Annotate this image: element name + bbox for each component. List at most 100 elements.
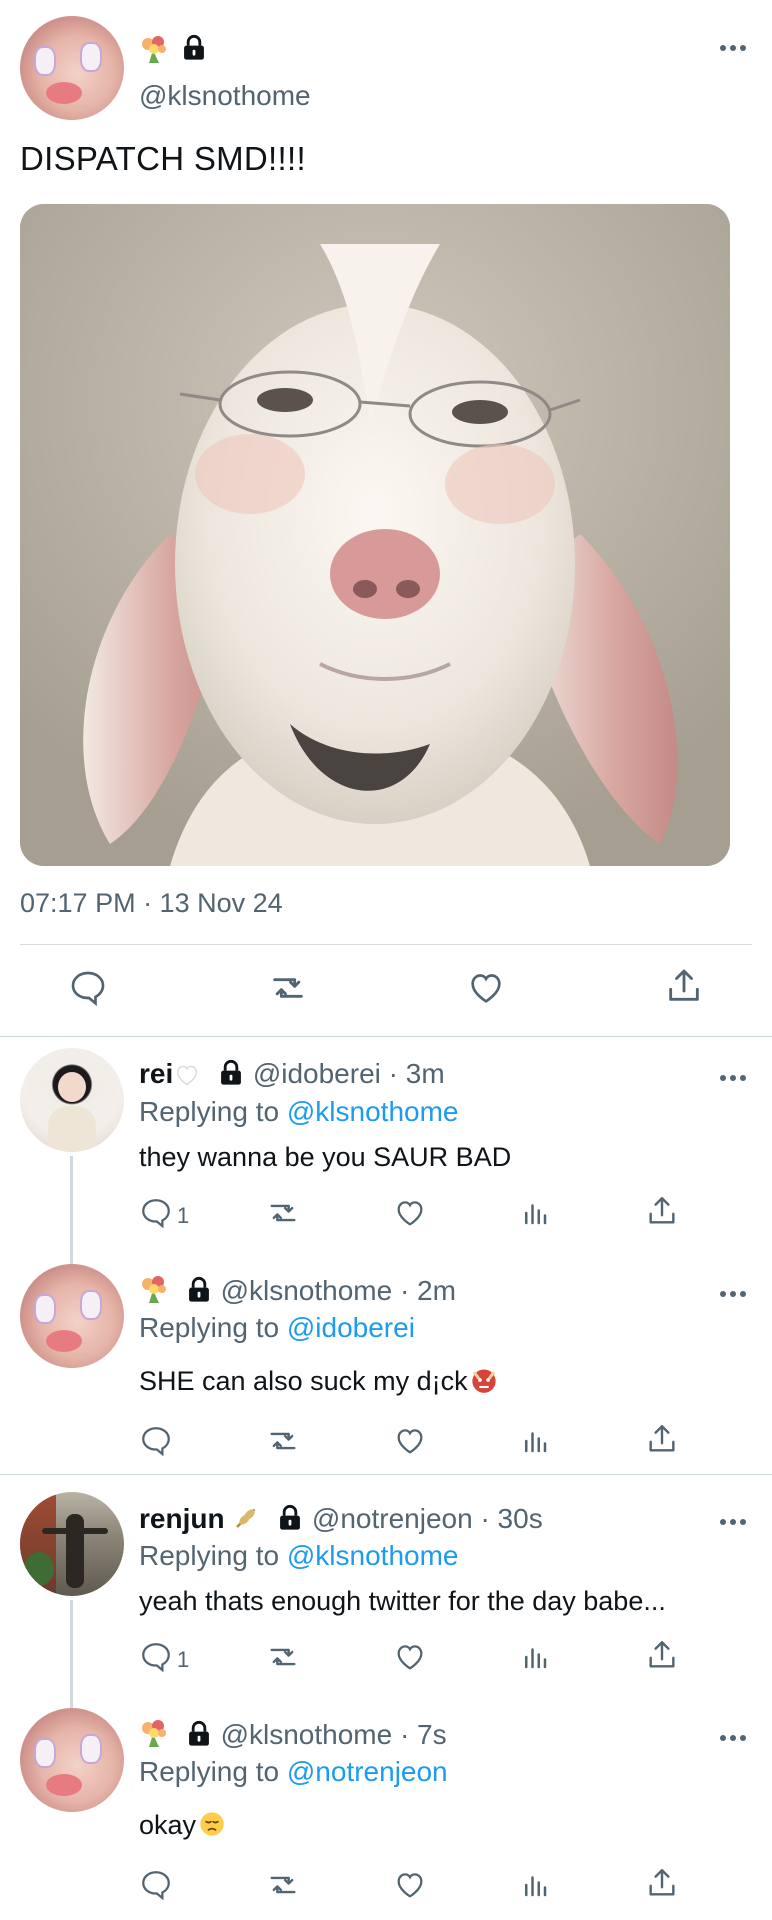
reply-text-line: SHE can also suck my d¡ck [139, 1366, 498, 1397]
reply-count: 1 [177, 1202, 190, 1228]
share-icon [645, 1422, 679, 1461]
lock-icon [221, 1059, 241, 1085]
retweet-button[interactable] [264, 1640, 302, 1679]
main-tweet: @klsnothome DISPATCH SMD!!!! 07:17 PM · … [0, 0, 772, 1036]
avatar[interactable] [20, 1264, 124, 1368]
replying-to-link[interactable]: @klsnothome [287, 1540, 459, 1571]
reply-time: · 3m [388, 1058, 445, 1089]
display-name[interactable]: rei [139, 1058, 173, 1089]
reply-text: okay [139, 1810, 197, 1840]
analytics-icon [520, 1198, 550, 1233]
share-button[interactable] [645, 1638, 679, 1677]
retweet-button[interactable] [264, 1196, 302, 1235]
divider [20, 944, 752, 945]
lock-icon [188, 1720, 209, 1746]
display-name[interactable]: renjun [139, 1503, 225, 1534]
like-button[interactable] [393, 1640, 427, 1679]
avatar[interactable] [20, 1708, 124, 1812]
lock-icon [280, 1504, 301, 1530]
retweet-button[interactable] [264, 1424, 302, 1463]
analytics-icon [520, 1426, 550, 1461]
like-button[interactable] [393, 1196, 427, 1235]
author-handle[interactable]: @klsnothome [221, 1275, 393, 1306]
reply-button[interactable] [139, 1424, 173, 1463]
avatar[interactable] [20, 1048, 124, 1152]
author-handle[interactable]: @klsnothome [221, 1719, 393, 1750]
replying-to-line: Replying to @klsnothome [139, 1540, 458, 1572]
reply-text: SHE can also suck my d¡ck [139, 1366, 468, 1396]
author-handle[interactable]: @klsnothome [139, 80, 311, 112]
more-options-icon[interactable] [718, 1514, 748, 1532]
reply-time: · 7s [399, 1719, 447, 1750]
reply-button[interactable] [139, 1868, 173, 1907]
views-button[interactable] [520, 1198, 550, 1233]
replying-to-link[interactable]: @idoberei [287, 1312, 415, 1343]
replying-to-link[interactable]: @klsnothome [287, 1096, 459, 1127]
more-options-icon[interactable] [718, 1070, 748, 1088]
more-options-icon[interactable] [718, 40, 748, 58]
share-button[interactable] [645, 1194, 679, 1233]
like-button[interactable] [393, 1424, 427, 1463]
reply-time: · 30s [480, 1503, 543, 1534]
lock-icon [180, 34, 208, 67]
reply-button[interactable]: 1 [139, 1196, 189, 1235]
tweet-media-image[interactable] [20, 204, 730, 866]
replying-prefix: Replying to [139, 1312, 280, 1343]
reply-text: yeah thats enough twitter for the day ba… [139, 1586, 666, 1616]
thread-line [70, 1156, 73, 1276]
reply-button[interactable]: 1 [139, 1640, 189, 1679]
share-icon [645, 1194, 679, 1233]
views-button[interactable] [520, 1426, 550, 1461]
heart-icon [393, 1640, 427, 1679]
reply-icon [139, 1424, 173, 1463]
avatar[interactable] [20, 1492, 124, 1596]
heart-icon [466, 968, 506, 1013]
share-icon [645, 1638, 679, 1677]
replying-prefix: Replying to [139, 1756, 280, 1787]
replying-prefix: Replying to [139, 1540, 280, 1571]
share-button[interactable] [664, 966, 704, 1011]
heart-icon [393, 1424, 427, 1463]
bouquet-emoji-icon [139, 34, 169, 69]
retweet-button[interactable] [264, 1868, 302, 1907]
retweet-icon [264, 1196, 302, 1235]
divider [0, 1036, 772, 1037]
avatar[interactable] [20, 16, 124, 120]
share-icon [664, 966, 704, 1011]
replying-to-line: Replying to @notrenjeon [139, 1756, 448, 1788]
ogre-emoji-icon [471, 1369, 496, 1393]
more-options-icon[interactable] [718, 1730, 748, 1748]
heart-icon [393, 1196, 427, 1235]
analytics-icon [520, 1870, 550, 1905]
lock-icon [188, 1276, 209, 1302]
like-button[interactable] [466, 968, 506, 1013]
reply-time: · 2m [399, 1275, 456, 1306]
thread-line [70, 1600, 73, 1710]
reply-header: rei @idoberei · 3m [139, 1058, 445, 1090]
replying-to-line: Replying to @klsnothome [139, 1096, 458, 1128]
share-button[interactable] [645, 1422, 679, 1461]
share-button[interactable] [645, 1866, 679, 1905]
views-button[interactable] [520, 1870, 550, 1905]
views-button[interactable] [520, 1642, 550, 1677]
reply-header: @klsnothome · 7s [139, 1718, 447, 1751]
replying-prefix: Replying to [139, 1096, 280, 1127]
author-handle[interactable]: @idoberei [253, 1058, 381, 1089]
like-button[interactable] [393, 1868, 427, 1907]
retweet-button[interactable] [266, 968, 310, 1013]
more-options-icon[interactable] [718, 1286, 748, 1304]
reply-button[interactable] [68, 968, 108, 1013]
heart-icon [393, 1868, 427, 1907]
analytics-icon [520, 1642, 550, 1677]
author-handle[interactable]: @notrenjeon [312, 1503, 473, 1534]
pensive-face-emoji-icon [200, 1812, 224, 1836]
retweet-icon [264, 1640, 302, 1679]
replying-to-link[interactable]: @notrenjeon [287, 1756, 448, 1787]
reply-tweet: rei @idoberei · 3m Replying to @klsnotho… [0, 1048, 772, 1276]
retweet-icon [264, 1424, 302, 1463]
reply-count: 1 [177, 1646, 190, 1672]
bouquet-emoji-icon [142, 1720, 166, 1747]
reply-icon [139, 1868, 173, 1907]
white-heart-icon [177, 1065, 198, 1086]
tweet-timestamp[interactable]: 07:17 PM · 13 Nov 24 [20, 888, 283, 919]
